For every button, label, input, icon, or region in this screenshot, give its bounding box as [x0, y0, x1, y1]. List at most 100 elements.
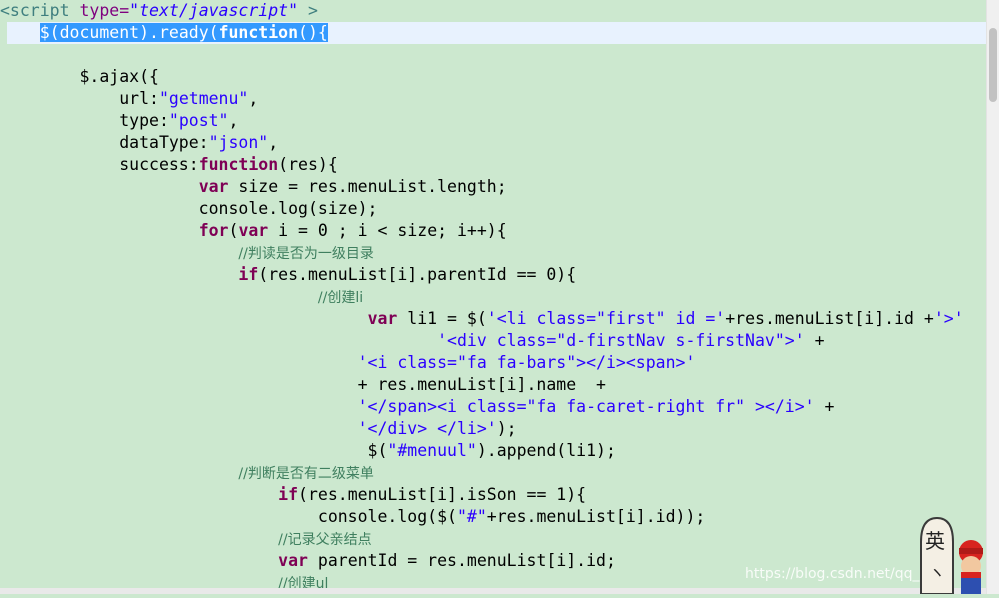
code-text: ,	[268, 133, 279, 152]
string-literal: '</div> </li>'	[357, 419, 497, 438]
code-line[interactable]: //判读是否为一级目录	[0, 242, 374, 264]
string-literal: "getmenu"	[158, 89, 249, 108]
code-text: parentId = res.menuList[i].id;	[307, 551, 616, 570]
code-text: i = 0 ; i < size; i++){	[268, 221, 507, 240]
code-line[interactable]: $(document).ready(function(){	[0, 22, 328, 44]
string-literal: '</span><i class="fa fa-caret-right fr" …	[357, 397, 815, 416]
code-line[interactable]: '</span><i class="fa fa-caret-right fr" …	[0, 396, 835, 418]
code-line[interactable]: for(var i = 0 ; i < size; i++){	[0, 220, 507, 242]
code-text: type:	[0, 111, 169, 130]
keyword: function	[198, 155, 279, 174]
vertical-scrollbar[interactable]	[986, 0, 999, 594]
code-text: ,	[248, 89, 259, 108]
selected-text-part: (){	[298, 23, 328, 42]
keyword: var	[238, 221, 269, 240]
ime-label: 英	[925, 529, 945, 553]
comment: //记录父亲结点	[278, 532, 372, 548]
code-line[interactable]: //创建li	[0, 286, 363, 308]
selected-text-part: $(document).ready(	[39, 23, 219, 42]
code-text: success:	[0, 155, 199, 174]
keyword: function	[218, 23, 299, 42]
code-line[interactable]: if(res.menuList[i].isSon == 1){	[0, 484, 586, 506]
code-text: size = res.menuList.length;	[228, 177, 507, 196]
keyword: var	[367, 309, 398, 328]
string-literal: '<div class="d-firstNav s-firstNav">'	[437, 331, 805, 350]
ime-mascot-icon: 英 ヽ	[920, 516, 983, 595]
code-line[interactable]: '</div> </li>');	[0, 418, 517, 440]
keyword: if	[278, 485, 299, 504]
string-literal: "#menuul"	[387, 441, 477, 460]
code-text: console.log($(	[0, 507, 457, 526]
code-text: (	[228, 221, 239, 240]
code-line[interactable]: dataType:"json",	[0, 132, 278, 154]
code-line[interactable]: '<i class="fa fa-bars"></i><span>'	[0, 352, 696, 374]
code-text: );	[496, 419, 517, 438]
code-text: +	[804, 331, 825, 350]
code-line[interactable]: success:function(res){	[0, 154, 338, 176]
code-line[interactable]: '<div class="d-firstNav s-firstNav">' +	[0, 330, 825, 352]
code-line[interactable]: $.ajax({	[0, 66, 158, 88]
code-line[interactable]: type:"post",	[0, 110, 238, 132]
script-tag-close: >	[298, 1, 318, 20]
string-literal: "post"	[168, 111, 229, 130]
code-line[interactable]: //判断是否有二级菜单	[0, 462, 374, 484]
keyword: if	[238, 265, 259, 284]
selected-text[interactable]: $(document).ready(function(){	[39, 23, 328, 42]
type-attribute: type=	[69, 1, 130, 20]
keyword: var	[278, 551, 308, 570]
code-text: +res.menuList[i].id));	[486, 507, 706, 526]
ime-status-widget[interactable]: 英 ヽ	[915, 512, 987, 595]
code-text: url:	[0, 89, 159, 108]
code-line[interactable]: console.log($("#"+res.menuList[i].id));	[0, 506, 705, 528]
comment: //判断是否有二级菜单	[238, 466, 374, 482]
code-text: li1 = $(	[397, 309, 487, 328]
code-line[interactable]: if(res.menuList[i].parentId == 0){	[0, 264, 576, 286]
scrollbar-thumb[interactable]	[989, 28, 997, 102]
code-text: +	[814, 397, 835, 416]
code-text: +res.menuList[i].id +	[725, 309, 934, 328]
code-line[interactable]: var parentId = res.menuList[i].id;	[0, 550, 616, 572]
string-literal: '>'	[933, 309, 964, 328]
comment: //创建li	[317, 290, 364, 306]
type-value: "text/javascript"	[129, 1, 299, 20]
string-literal: "#"	[456, 507, 487, 526]
horizontal-scrollbar[interactable]	[0, 588, 987, 594]
keyword: for	[198, 221, 229, 240]
watermark-text: https://blog.csdn.net/qq_	[745, 566, 920, 582]
code-line[interactable]: var size = res.menuList.length;	[0, 176, 507, 198]
string-literal: '<li class="first" id ='	[486, 309, 726, 328]
script-tag-open: <script	[0, 1, 70, 20]
code-line[interactable]: url:"getmenu",	[0, 88, 258, 110]
code-text: ).append(li1);	[476, 441, 616, 460]
code-text: dataType:	[0, 133, 209, 152]
comment: //判读是否为一级目录	[238, 246, 374, 262]
code-line[interactable]: console.log(size);	[0, 198, 378, 220]
code-text: $(	[0, 441, 388, 460]
keyword: var	[198, 177, 229, 196]
code-editor[interactable]: <script type="text/javascript" > $(docum…	[0, 0, 987, 594]
string-literal: '<i class="fa fa-bars"></i><span>'	[357, 353, 696, 372]
code-line[interactable]: //记录父亲结点	[0, 528, 372, 550]
code-line[interactable]: + res.menuList[i].name +	[0, 374, 606, 396]
code-line[interactable]: var li1 = $('<li class="first" id ='+res…	[0, 308, 964, 330]
code-text: (res.menuList[i].parentId == 0){	[258, 265, 577, 284]
code-line[interactable]: $("#menuul").append(li1);	[0, 440, 616, 462]
code-text: ,	[228, 111, 239, 130]
svg-text:ヽ: ヽ	[929, 563, 945, 582]
code-line[interactable]: <script type="text/javascript" >	[0, 0, 318, 22]
string-literal: "json"	[208, 133, 269, 152]
